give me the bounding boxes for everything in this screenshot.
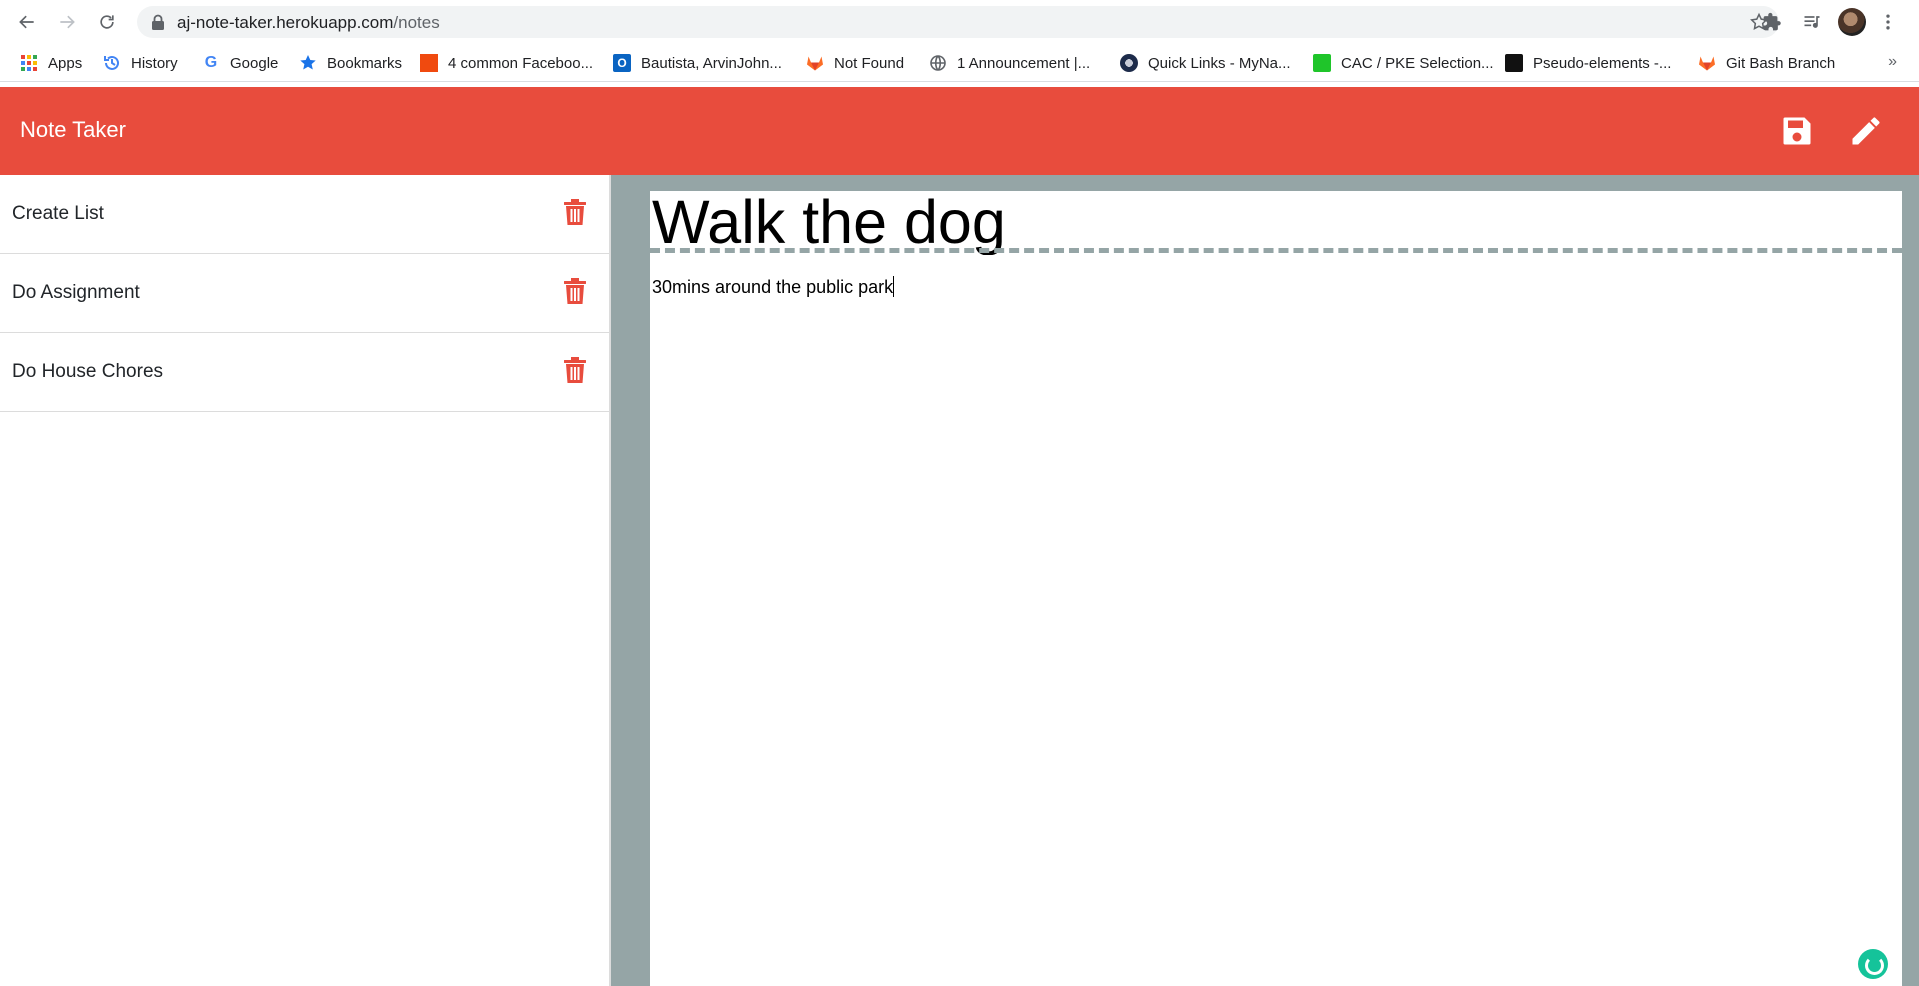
bookmark-outlook[interactable]: O Bautista, ArvinJohn... xyxy=(613,53,782,73)
dark-logo-icon xyxy=(1505,54,1523,72)
app-header: Note Taker xyxy=(0,87,1919,175)
history-icon xyxy=(103,54,121,72)
list-item[interactable]: Do Assignment xyxy=(0,254,609,333)
back-icon[interactable] xyxy=(7,2,47,42)
globe-icon xyxy=(929,54,947,72)
browser-menu-icon[interactable] xyxy=(1870,4,1906,40)
new-note-pencil-icon[interactable] xyxy=(1848,113,1884,149)
bookmarks-bar: Apps History G Google Bookmarks 4 common… xyxy=(0,44,1919,82)
google-icon: G xyxy=(204,54,218,71)
grammarly-icon[interactable] xyxy=(1858,949,1888,979)
bookmark-facebook-article[interactable]: 4 common Faceboo... xyxy=(420,53,593,73)
apps-grid-icon xyxy=(20,54,38,72)
note-list-label: Create List xyxy=(12,203,104,224)
gitlab-icon xyxy=(806,54,824,72)
note-editor: Walk the dog 30mins around the public pa… xyxy=(650,191,1902,986)
text-caret xyxy=(893,276,895,297)
bookmark-git-bash-branch[interactable]: Git Bash Branch xyxy=(1698,53,1835,73)
bookmark-pseudo-elements[interactable]: Pseudo-elements -... xyxy=(1505,53,1671,73)
trash-icon[interactable] xyxy=(563,356,587,384)
note-list-label: Do House Chores xyxy=(12,361,164,382)
url-text: aj-note-taker.herokuapp.com/notes xyxy=(177,13,440,32)
bookmark-announcement[interactable]: 1 Announcement |... xyxy=(929,53,1090,73)
profile-avatar[interactable] xyxy=(1834,4,1870,40)
star-icon xyxy=(299,54,317,72)
list-item[interactable]: Create List xyxy=(0,175,609,254)
bookmark-google[interactable]: G Google xyxy=(202,53,279,73)
bookmark-not-found[interactable]: Not Found xyxy=(806,53,904,73)
trash-icon[interactable] xyxy=(563,277,587,305)
bookmark-apps[interactable]: Apps xyxy=(20,53,82,73)
cac-icon xyxy=(1313,54,1331,72)
app-title[interactable]: Note Taker xyxy=(20,117,126,143)
forward-icon[interactable] xyxy=(47,2,87,42)
list-item[interactable]: Do House Chores xyxy=(0,333,609,412)
orange-square-icon xyxy=(420,54,438,72)
gitlab-icon xyxy=(1698,54,1716,72)
extensions-icon[interactable] xyxy=(1754,4,1790,40)
reload-icon[interactable] xyxy=(87,2,127,42)
browser-toolbar: aj-note-taker.herokuapp.com/notes xyxy=(0,0,1919,44)
bookmark-cac-pke[interactable]: CAC / PKE Selection... xyxy=(1313,53,1494,73)
more-bookmarks-button[interactable]: » xyxy=(1888,53,1897,71)
lock-icon xyxy=(151,14,165,30)
bookmark-bookmarks[interactable]: Bookmarks xyxy=(299,53,402,73)
note-text-area[interactable]: 30mins around the public park xyxy=(652,276,895,298)
bookmark-quick-links[interactable]: Quick Links - MyNa... xyxy=(1120,53,1291,73)
address-bar[interactable]: aj-note-taker.herokuapp.com/notes xyxy=(137,6,1779,38)
save-note-icon[interactable] xyxy=(1779,113,1815,149)
outlook-icon: O xyxy=(613,54,631,72)
trash-icon[interactable] xyxy=(563,198,587,226)
navy-seal-icon xyxy=(1120,54,1138,72)
note-list: Create List Do Assignment Do House Chore… xyxy=(0,175,611,986)
media-control-icon[interactable] xyxy=(1794,4,1830,40)
title-divider xyxy=(650,248,1902,253)
bookmark-history[interactable]: History xyxy=(103,53,178,73)
note-title-input[interactable]: Walk the dog xyxy=(650,191,1902,255)
note-list-label: Do Assignment xyxy=(12,282,140,303)
